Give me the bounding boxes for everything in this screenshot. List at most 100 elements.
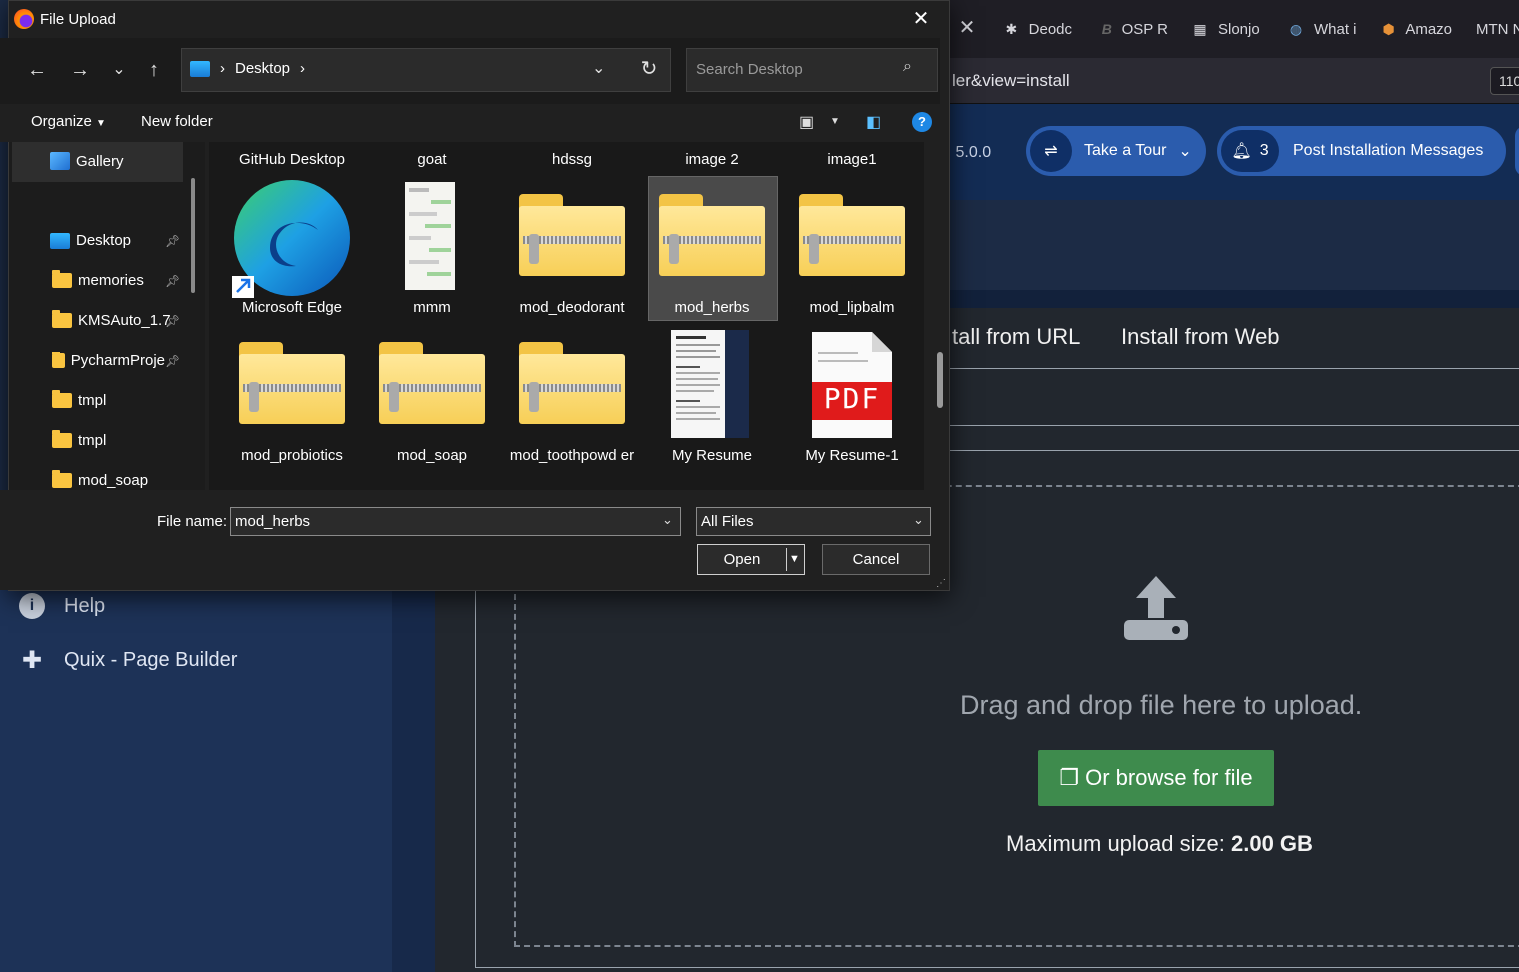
- zip-folder-icon[interactable]: [519, 194, 625, 276]
- sidebar-item-quix[interactable]: ✚ Quix - Page Builder: [18, 646, 237, 674]
- max-upload-label: Maximum upload size:: [1006, 831, 1225, 856]
- forward-arrow-icon[interactable]: →: [65, 58, 95, 82]
- browser-tab-deodc[interactable]: ✱ Deodc: [1002, 8, 1072, 50]
- search-input[interactable]: Search Desktop: [696, 61, 803, 78]
- back-arrow-icon[interactable]: ←: [22, 58, 52, 82]
- new-folder-button[interactable]: New folder: [141, 113, 213, 130]
- dialog-close-icon[interactable]: ✕: [908, 6, 934, 32]
- file-mod-lipbalm[interactable]: mod_lipbalm: [782, 298, 922, 318]
- nav-item-label: Desktop: [76, 232, 132, 249]
- file-list-scrollbar[interactable]: [937, 352, 943, 408]
- file-name-chevron-down-icon[interactable]: ⌄: [662, 512, 673, 528]
- nav-item-gallery[interactable]: Gallery: [50, 152, 124, 170]
- folder-icon: [52, 470, 72, 488]
- file-github-desktop[interactable]: GitHub Desktop: [222, 150, 362, 170]
- nav-item-pycharm[interactable]: PycharmProje: [52, 352, 165, 369]
- browser-tab-slonjo[interactable]: ▦ Slonjo: [1190, 8, 1260, 50]
- version-text: ⁝ 5.0.0: [946, 144, 992, 161]
- file-mod-deodorant[interactable]: mod_deodorant: [502, 298, 642, 318]
- resume-thumbnail-icon[interactable]: [671, 330, 749, 438]
- nav-item-label: mod_soap: [78, 472, 149, 489]
- breadcrumb-desktop[interactable]: Desktop: [235, 60, 290, 77]
- zip-folder-icon[interactable]: [519, 342, 625, 424]
- file-mod-toothpowder[interactable]: mod_toothpowd er: [506, 446, 638, 466]
- nav-item-tmpl[interactable]: tmpl: [52, 430, 106, 449]
- zip-folder-icon[interactable]: [239, 342, 345, 424]
- box-icon: ⬢: [1382, 20, 1395, 37]
- folder-icon: [52, 352, 65, 368]
- recent-chevron-icon[interactable]: ⌄: [104, 58, 134, 82]
- drop-text: Drag and drop file here to upload.: [960, 690, 1363, 720]
- url-text[interactable]: ler&view=install: [952, 71, 1070, 91]
- tab-label: MTN N: [1476, 20, 1519, 38]
- browser-tab-amazon[interactable]: ⬢ Amazo: [1380, 8, 1452, 50]
- organize-menu[interactable]: Organize ▼: [31, 113, 106, 130]
- file-name-input[interactable]: mod_herbs: [230, 507, 681, 536]
- nav-item-memories[interactable]: memories: [52, 270, 144, 289]
- file-my-resume[interactable]: My Resume: [642, 446, 782, 466]
- search-icon[interactable]: ⌕: [903, 58, 912, 76]
- signpost-icon: ⇌: [1030, 130, 1072, 172]
- file-goat[interactable]: goat: [362, 150, 502, 170]
- zip-folder-icon[interactable]: [659, 194, 765, 276]
- browser-tab-mtn[interactable]: MTN N: [1476, 8, 1519, 50]
- file-type-chevron-down-icon[interactable]: ⌄: [913, 512, 924, 528]
- pin-icon: 📌︎: [165, 354, 181, 368]
- nav-item-mod-soap[interactable]: mod_soap: [52, 470, 149, 489]
- zip-folder-icon[interactable]: [799, 194, 905, 276]
- preview-pane-icon[interactable]: ◧: [866, 112, 881, 132]
- pin-icon: 📌︎: [165, 234, 181, 248]
- browser-tab-osp[interactable]: B OSP R: [1100, 8, 1168, 50]
- browse-file-button[interactable]: ❐ Or browse for file: [1038, 750, 1274, 806]
- file-mod-soap[interactable]: mod_soap: [362, 446, 502, 466]
- file-mod-probiotics[interactable]: mod_probiotics: [222, 446, 362, 466]
- nav-item-kmsauto[interactable]: KMSAuto_1.7: [52, 310, 171, 329]
- file-image1[interactable]: image1: [782, 150, 922, 170]
- take-tour-button[interactable]: ⇌ Take a Tour ⌄: [1026, 126, 1206, 176]
- browse-label: Or browse for file: [1085, 765, 1253, 790]
- edge-icon[interactable]: [230, 178, 354, 298]
- file-mmm[interactable]: mmm: [362, 298, 502, 318]
- file-image-2[interactable]: image 2: [642, 150, 782, 170]
- file-my-resume-1[interactable]: My Resume-1: [782, 446, 922, 466]
- desktop-icon: [50, 232, 70, 249]
- tab-label: OSP R: [1121, 20, 1168, 38]
- file-hdssg[interactable]: hdssg: [502, 150, 642, 170]
- view-mode-icon[interactable]: ▣: [799, 112, 814, 132]
- zip-folder-icon[interactable]: [379, 342, 485, 424]
- dialog-titlebar: File Upload: [14, 0, 116, 38]
- file-microsoft-edge[interactable]: Microsoft Edge: [222, 298, 362, 318]
- open-button[interactable]: Open ▼: [697, 544, 805, 575]
- sidebar-item-label: Quix - Page Builder: [64, 648, 238, 671]
- file-mod-herbs[interactable]: mod_herbs: [642, 298, 782, 318]
- tab-install-from-url[interactable]: tall from URL: [952, 324, 1080, 350]
- nav-scrollbar[interactable]: [191, 178, 195, 293]
- divider-strip: [950, 290, 1519, 308]
- nav-item-label: tmpl: [78, 392, 107, 409]
- cancel-button[interactable]: Cancel: [822, 544, 930, 575]
- address-chevron-down-icon[interactable]: ⌄: [592, 58, 605, 78]
- nav-item-desktop[interactable]: Desktop: [50, 232, 131, 249]
- up-arrow-icon[interactable]: ↑: [139, 58, 169, 82]
- view-caret-icon[interactable]: ▼: [830, 116, 840, 127]
- tab-install-from-web[interactable]: Install from Web: [1121, 324, 1280, 350]
- open-dropdown-caret-icon[interactable]: ▼: [786, 548, 802, 571]
- screenshot-thumbnail-icon[interactable]: [405, 182, 455, 290]
- file-type-select[interactable]: All Files: [696, 507, 931, 536]
- separator-line: [950, 425, 1519, 426]
- firefox-icon: [14, 9, 34, 29]
- tab-close-icon[interactable]: ✕: [954, 14, 980, 42]
- nav-item-tmpl[interactable]: tmpl: [52, 390, 107, 409]
- header-button-stub[interactable]: [1515, 126, 1519, 176]
- sidebar-item-help[interactable]: i Help: [18, 592, 105, 620]
- post-install-label: Post Installation Messages: [1293, 142, 1484, 159]
- refresh-icon[interactable]: ↻: [636, 56, 662, 82]
- post-install-button[interactable]: 🔔︎ 3 Post Installation Messages: [1217, 126, 1506, 176]
- file-name-label: File name:: [157, 513, 228, 530]
- max-upload-text: Maximum upload size: 2.00 GB: [1006, 831, 1313, 857]
- subheader: [950, 200, 1519, 290]
- help-icon[interactable]: ?: [912, 112, 932, 132]
- browser-tab-what[interactable]: ◍ What i: [1286, 8, 1358, 50]
- breadcrumb: › Desktop ›: [190, 60, 305, 77]
- resize-grip-icon[interactable]: ⋰: [936, 578, 946, 589]
